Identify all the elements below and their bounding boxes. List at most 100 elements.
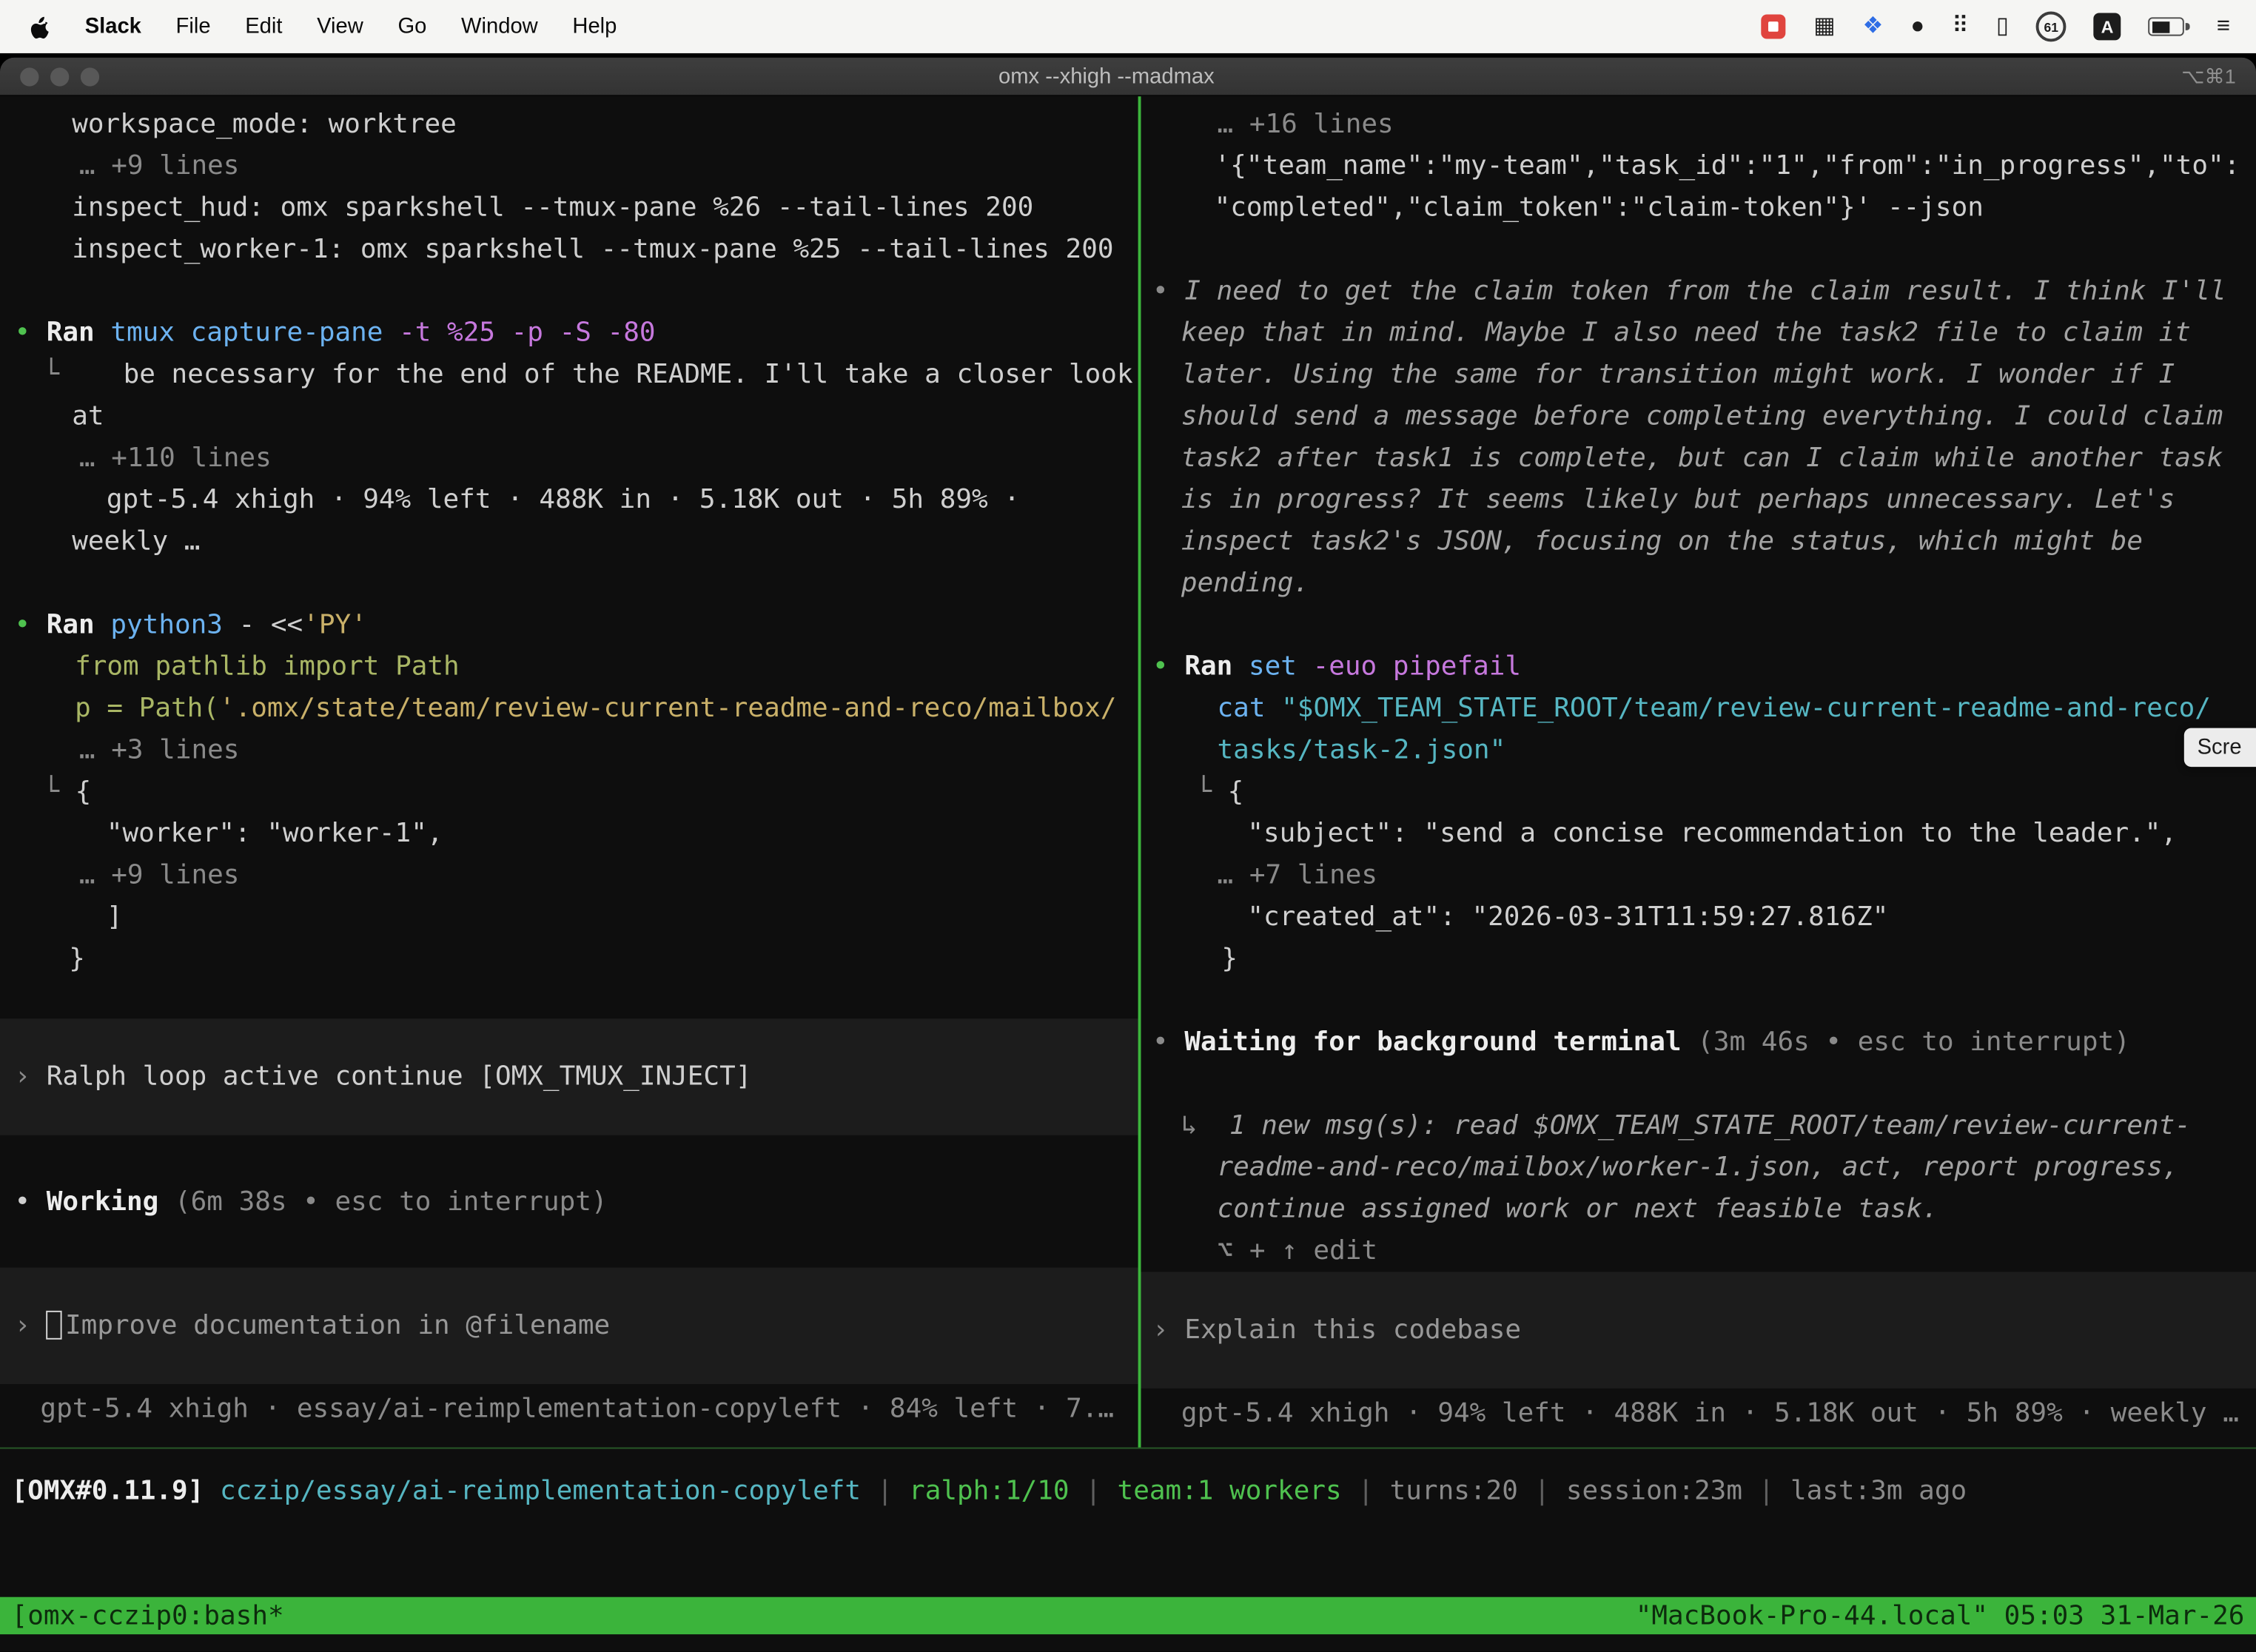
menu-app-name[interactable]: Slack [85,14,141,38]
text-segment: inspect_hud: omx sparkshell --tmux-pane … [72,192,1033,223]
terminal-line: › Explain this codebase [1141,1309,2256,1351]
text-segment: • [14,1187,46,1218]
text-segment: Ralph loop active continue [OMX_TMUX_INJ… [47,1062,752,1092]
text-segment: be necessary for the end of the README. … [124,360,1133,390]
text-segment: cczip/essay/ai-reimplementation-copyleft [220,1476,861,1506]
terminal-line: from pathlib import Path [0,646,1138,688]
text-segment: inspect_worker-1: omx sparkshell --tmux-… [72,235,1113,265]
traffic-lights [0,67,130,85]
text-segment: ↳ [1181,1111,1229,1141]
terminal-line: } [0,938,1138,979]
text-segment: gpt-5.4 xhigh · 94% left · 488K in · 5.1… [1181,1398,2239,1428]
text-segment: '{"team_name":"my-team","task_id":"1","f… [1215,151,2240,181]
terminal-line: └ { [0,771,1138,813]
apple-menu-icon[interactable] [29,14,50,38]
terminal-pane-left[interactable]: workspace_mode: worktree … +9 lines inspec… [0,96,1138,1447]
terminal-line: … +3 lines [0,730,1138,771]
text-segment: at [72,401,104,432]
menu-edit[interactable]: Edit [245,14,282,38]
text-segment: -t %25 -p -S -80 [399,318,655,349]
text-segment: Waiting for background terminal [1184,1027,1697,1058]
window-bottom-strip [0,1634,2256,1651]
terminal-line: gpt-5.4 xhigh · essay/ai-reimplementatio… [0,1389,1138,1430]
terminal-line: task2 after task1 is complete, but can I… [1141,437,2256,479]
tmux-session-name: [omx-cczip0:bash* [12,1601,284,1631]
keyboard-grid-icon[interactable]: ▦ [1813,15,1835,38]
text-segment: › [14,1311,46,1341]
text-segment: • [1152,1027,1184,1058]
text-segment: '.omx/state/team/review-current-readme-a… [219,694,1116,724]
terminal-line [1141,604,2256,645]
text-segment: - << [239,610,303,640]
zoom-button[interactable] [81,67,99,85]
terminal-line: … +9 lines [0,855,1138,896]
text-segment: | [1342,1476,1390,1506]
display-mirroring-icon[interactable]: ▯ [1996,15,2009,38]
text-segment: Ran [47,318,111,349]
composer-input-band[interactable]: › Improve documentation in @filename [0,1268,1138,1384]
window-title-bar[interactable]: omx --xhigh --madmax ⌥⌘1 [0,58,2256,96]
menu-file[interactable]: File [176,14,211,38]
menu-go[interactable]: Go [397,14,426,38]
tmux-status-bar: [omx-cczip0:bash* "MacBook-Pro-44.local"… [0,1597,2256,1635]
terminal-line [0,563,1138,604]
menu-bar-status-tray: ▦ ❖ ● ⠿ ▯ 61 A ≡ [1762,12,2238,42]
battery-percent-ring-icon[interactable]: 61 [2036,12,2067,42]
terminal-line: … +7 lines [1141,855,2256,896]
text-segment: workspace_mode: worktree [72,110,457,140]
text-segment: readme-and-reco/mailbox/worker-1.json, a… [1218,1152,2179,1183]
window-title: omx --xhigh --madmax [130,64,2084,89]
menu-view[interactable]: View [317,14,363,38]
composer-input-band[interactable]: › Ralph loop active continue [OMX_TMUX_I… [0,1018,1138,1135]
text-segment: session:23m [1566,1476,1742,1506]
text-segment: inspect task2's JSON, focusing on the st… [1181,526,2143,557]
terminal-pane-right[interactable]: … +16 lines '{"team_name":"my-team","task… [1141,96,2256,1447]
blue-app-icon[interactable]: ❖ [1863,15,1884,38]
minimize-button[interactable] [50,67,69,85]
composer-input-band[interactable]: › Explain this codebase [1141,1272,2256,1388]
terminal-content: workspace_mode: worktree … +9 lines inspec… [0,96,2256,1651]
text-segment: 1 new msg(s): read $OMX_TEAM_STATE_ROOT/… [1229,1111,2191,1141]
menu-help[interactable]: Help [572,14,617,38]
terminal-line: └ { [1141,771,2256,813]
terminal-line [1141,1064,2256,1105]
text-cursor [47,1311,62,1340]
text-segment: • [14,318,46,349]
terminal-line: "created_at": "2026-03-31T11:59:27.816Z" [1141,896,2256,938]
text-segment: team:1 workers [1118,1476,1342,1506]
terminal-line: continue assigned work or next feasible … [1141,1189,2256,1230]
black-circle-app-icon[interactable]: ● [1910,15,1924,38]
text-segment: └ [43,777,75,807]
screen-recording-stop-icon[interactable] [1762,14,1786,38]
text-segment: › [14,1062,46,1092]
terminal-line: should send a message before completing … [1141,396,2256,437]
text-segment: (6m 38s • esc to interrupt) [175,1187,608,1218]
terminal-line: • Ran python3 - <<'PY' [0,604,1138,645]
terminal-line: cat "$OMX_TEAM_STATE_ROOT/team/review-cu… [1141,688,2256,729]
text-segment: … +110 lines [79,443,272,474]
text-segment: … +9 lines [79,860,240,890]
terminal-line: tasks/task-2.json" [1141,730,2256,771]
terminal-line [0,270,1138,312]
text-segment: | [861,1476,909,1506]
terminal-line: ⌥ + ↑ edit [1141,1230,2256,1272]
terminal-line: } [1141,938,2256,979]
output-block: • Working (6m 38s • esc to interrupt) [0,1181,1138,1223]
menu-extra-lines-icon[interactable]: ≡ [2217,15,2230,38]
terminal-line: pending. [1141,563,2256,604]
text-segment: cat [1218,694,1282,724]
macos-menu-bar: Slack File Edit View Go Window Help ▦ ❖ … [0,0,2256,53]
terminal-line: • Ran set -euo pipefail [1141,646,2256,688]
menu-window[interactable]: Window [461,14,538,38]
input-source-icon[interactable]: A [2094,13,2121,40]
text-segment: └ [1195,777,1227,807]
terminal-line: inspect_worker-1: omx sparkshell --tmux-… [0,229,1138,270]
text-segment: Ran [1184,652,1249,682]
text-segment: … +16 lines [1218,110,1394,140]
dots-grid-icon[interactable]: ⠿ [1952,15,1969,38]
text-segment: … +3 lines [79,735,240,765]
battery-icon[interactable] [2149,17,2189,36]
terminal-line: › Improve documentation in @filename [0,1305,1138,1346]
close-button[interactable] [20,67,38,85]
text-segment: p = Path( [75,694,219,724]
